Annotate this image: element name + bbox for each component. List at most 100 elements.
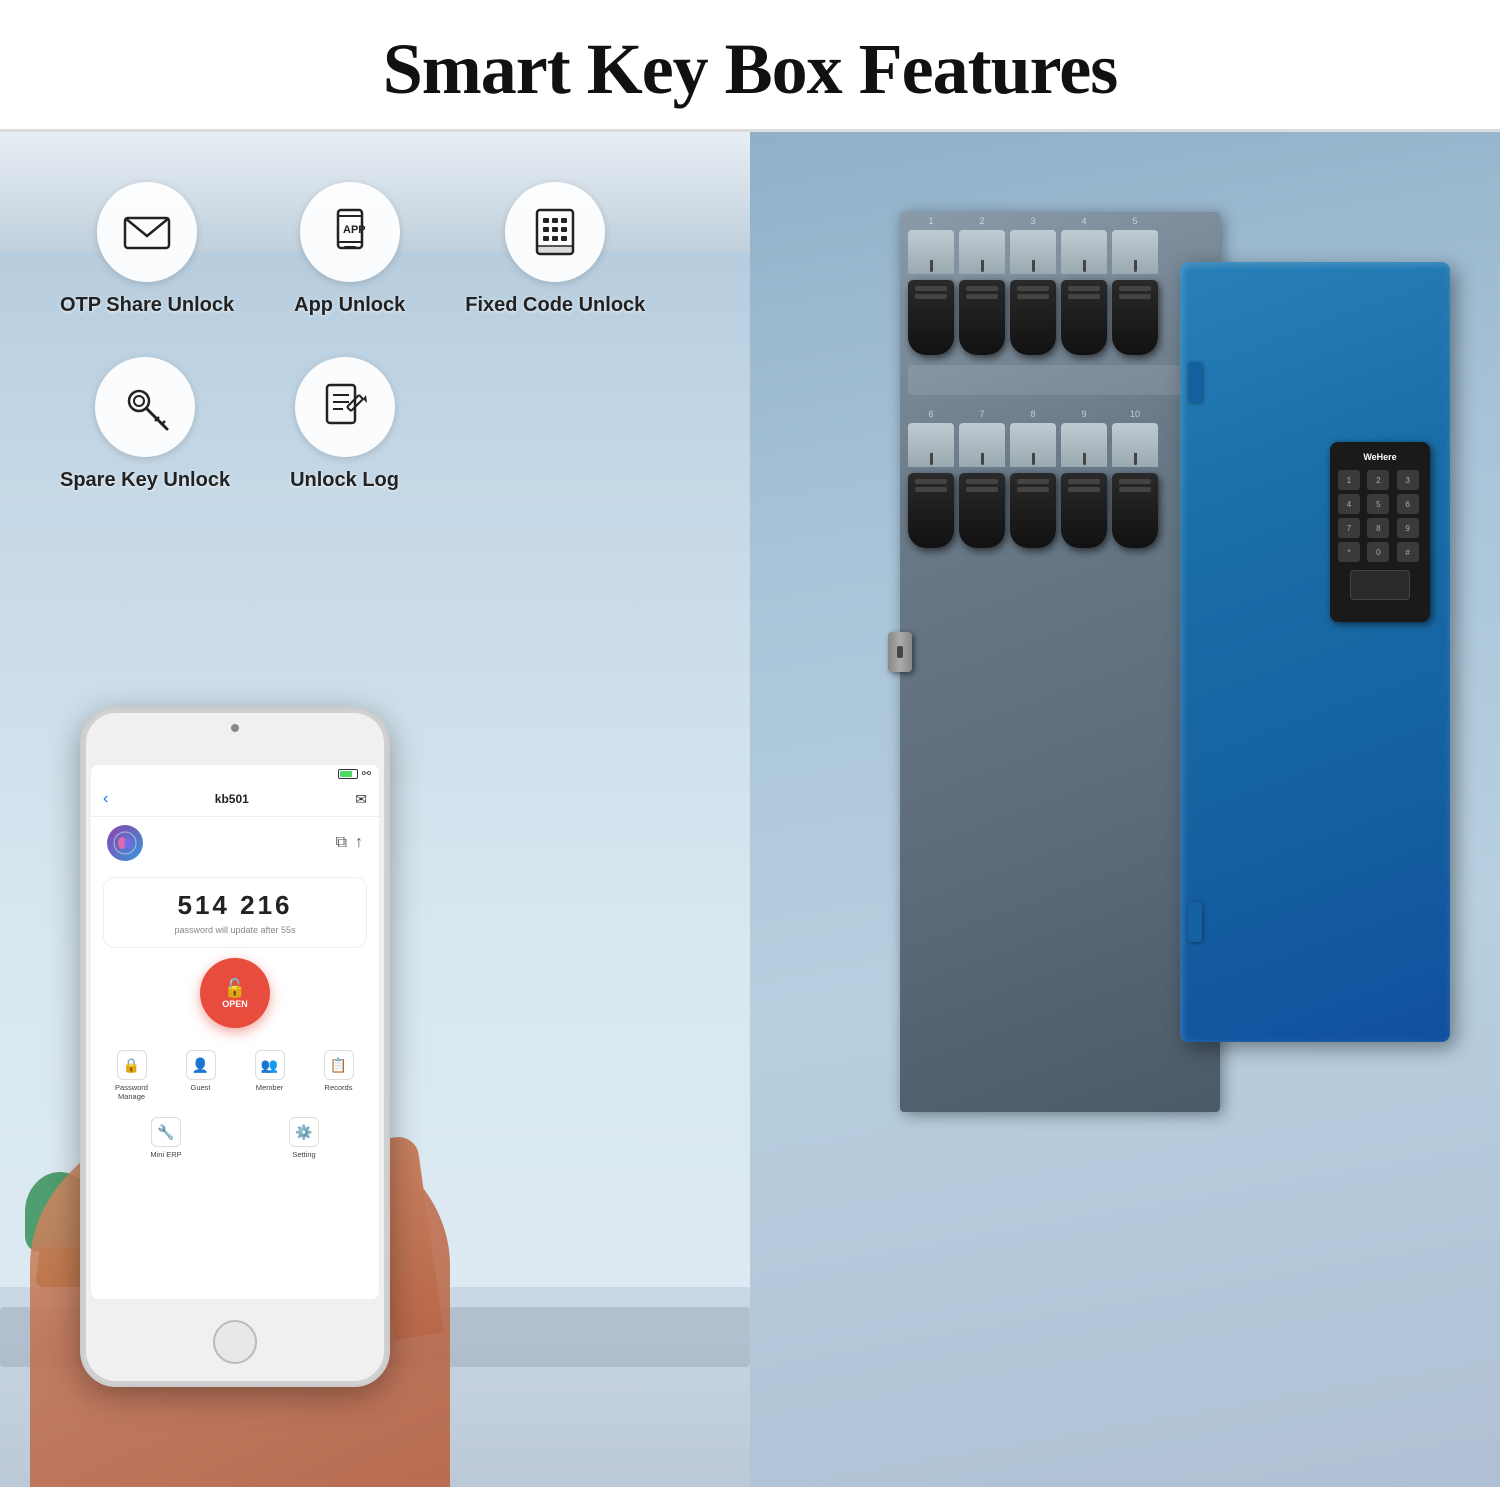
peg-3 <box>1032 260 1035 272</box>
num-4: 4 <box>1061 216 1107 226</box>
spare-key-label: Spare Key Unlock <box>60 469 230 492</box>
key-fob-1 <box>908 280 954 355</box>
fob-btn-1b <box>915 294 947 299</box>
peg-5 <box>1134 260 1137 272</box>
num-10: 10 <box>1112 409 1158 419</box>
envelope-icon <box>121 206 173 258</box>
key-fob-6 <box>908 473 954 548</box>
app-menu-row2: 🔧 Mini ERP ⚙️ Setting <box>91 1113 379 1171</box>
menu-item-member[interactable]: 👥 Member <box>237 1046 302 1105</box>
lock-key-slot <box>897 646 903 658</box>
fob-btn-9a <box>1068 479 1100 484</box>
otp-code-display: 514 216 <box>116 890 354 921</box>
hook-row-2 <box>900 423 1220 473</box>
key-box-product: 1 2 3 4 5 <box>900 212 1450 1112</box>
unlock-log-label: Unlock Log <box>290 469 399 492</box>
fob-btn-5a <box>1119 286 1151 291</box>
fob-btn-3b <box>1017 294 1049 299</box>
svg-text:APP: APP <box>343 224 366 236</box>
peg-1 <box>930 260 933 272</box>
num-9: 9 <box>1061 409 1107 419</box>
keypad-unit: WeHere 1 2 3 4 5 6 7 8 9 * 0 # <box>1330 442 1430 622</box>
key-0[interactable]: 0 <box>1367 542 1389 562</box>
lock-open-icon: 🔓 <box>224 978 246 999</box>
key-3[interactable]: 3 <box>1397 470 1419 490</box>
peg-8 <box>1032 453 1035 465</box>
hook-10 <box>1112 423 1158 467</box>
feature-unlock-log: Unlock Log <box>290 357 399 492</box>
num-3: 3 <box>1010 216 1056 226</box>
fob-btn-6a <box>915 479 947 484</box>
menu-item-guest[interactable]: 👤 Guest <box>168 1046 233 1105</box>
fob-btn-2a <box>966 286 998 291</box>
menu-item-setting[interactable]: ⚙️ Setting <box>237 1113 371 1163</box>
key-fob-9 <box>1061 473 1107 548</box>
key-icon <box>119 381 171 433</box>
key-6[interactable]: 6 <box>1397 494 1419 514</box>
menu-item-password-manage[interactable]: 🔒 PasswordManage <box>99 1046 164 1105</box>
key-fob-7 <box>959 473 1005 548</box>
back-button[interactable]: ‹ <box>103 790 108 808</box>
right-panel: 1 2 3 4 5 <box>750 132 1500 1487</box>
share-icon[interactable]: ↑ <box>355 834 363 852</box>
feature-otp-share-unlock: OTP Share Unlock <box>60 182 234 317</box>
features-area: OTP Share Unlock APP App Unlock <box>60 182 690 532</box>
hook-8 <box>1010 423 1056 467</box>
feature-app-unlock: APP App Unlock <box>294 182 405 317</box>
hook-4 <box>1061 230 1107 274</box>
fob-btn-4a <box>1068 286 1100 291</box>
cabinet-divider <box>908 365 1212 395</box>
siri-icon <box>113 831 137 855</box>
mini-erp-label: Mini ERP <box>150 1150 181 1159</box>
keypad-icon <box>529 206 581 258</box>
fob-btn-7b <box>966 487 998 492</box>
unlock-log-icon-circle <box>295 357 395 457</box>
feature-spare-key-unlock: Spare Key Unlock <box>60 357 230 492</box>
otp-timer: password will update after 55s <box>116 925 354 935</box>
peg-2 <box>981 260 984 272</box>
peg-9 <box>1083 453 1086 465</box>
fob-btn-3a <box>1017 286 1049 291</box>
avatar-row: ⧉ ↑ <box>91 817 379 869</box>
menu-item-records[interactable]: 📋 Records <box>306 1046 371 1105</box>
open-button[interactable]: 🔓 OPEN <box>200 958 270 1028</box>
guest-label: Guest <box>190 1083 210 1092</box>
key-9[interactable]: 9 <box>1397 518 1419 538</box>
fob-btn-7a <box>966 479 998 484</box>
key-fob-8 <box>1010 473 1056 548</box>
key-star[interactable]: * <box>1338 542 1360 562</box>
peg-4 <box>1083 260 1086 272</box>
app-icon-circle: APP <box>300 182 400 282</box>
key-fob-4 <box>1061 280 1107 355</box>
num-5: 5 <box>1112 216 1158 226</box>
open-label: OPEN <box>222 999 248 1009</box>
fob-btn-10a <box>1119 479 1151 484</box>
key-box-door: WeHere 1 2 3 4 5 6 7 8 9 * 0 # <box>1180 262 1450 1042</box>
hook-6 <box>908 423 954 467</box>
key-hash[interactable]: # <box>1397 542 1419 562</box>
menu-item-mini-erp[interactable]: 🔧 Mini ERP <box>99 1113 233 1163</box>
copy-icon[interactable]: ⧉ <box>336 834 347 852</box>
mini-erp-icon: 🔧 <box>151 1117 181 1147</box>
device-title: kb501 <box>215 792 249 806</box>
key-1[interactable]: 1 <box>1338 470 1360 490</box>
phone-screen: ⚯ ‹ kb501 ✉ <box>91 765 379 1299</box>
phone-body: ⚯ ‹ kb501 ✉ <box>80 707 390 1387</box>
key-5[interactable]: 5 <box>1367 494 1389 514</box>
key-fob-10 <box>1112 473 1158 548</box>
car-keys-row-1 <box>900 280 1220 355</box>
mail-icon[interactable]: ✉ <box>355 791 367 808</box>
key-7[interactable]: 7 <box>1338 518 1360 538</box>
status-bar: ⚯ <box>91 765 379 782</box>
key-4[interactable]: 4 <box>1338 494 1360 514</box>
num-1: 1 <box>908 216 954 226</box>
otp-share-label: OTP Share Unlock <box>60 294 234 317</box>
records-icon: 📋 <box>324 1050 354 1080</box>
fob-btn-1a <box>915 286 947 291</box>
phone-home-button[interactable] <box>213 1320 257 1364</box>
fob-btn-6b <box>915 487 947 492</box>
hook-row-1 <box>900 230 1220 280</box>
key-fob-3 <box>1010 280 1056 355</box>
key-8[interactable]: 8 <box>1367 518 1389 538</box>
key-2[interactable]: 2 <box>1367 470 1389 490</box>
